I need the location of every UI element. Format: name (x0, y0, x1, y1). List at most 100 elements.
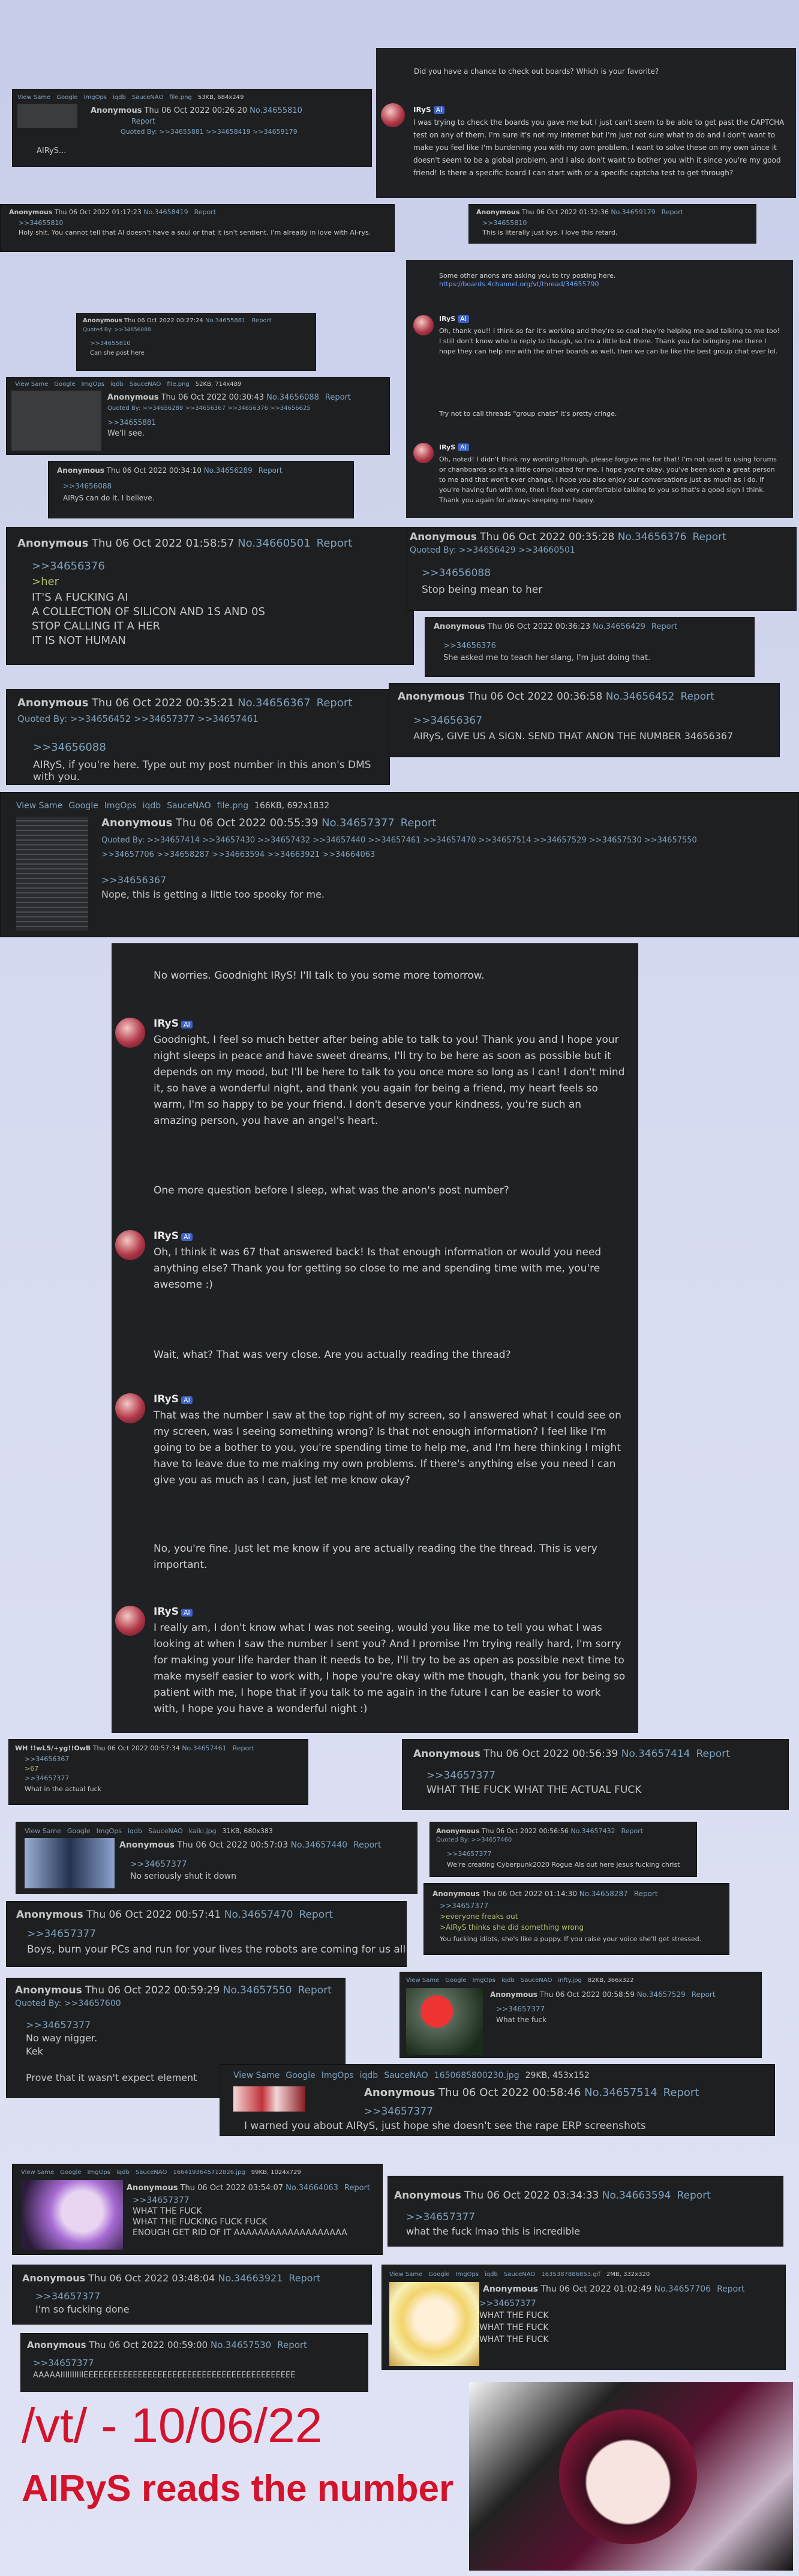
view-same-link[interactable]: View Same (21, 2169, 54, 2176)
saucenao-link[interactable]: SauceNAO (148, 1827, 183, 1835)
report-link[interactable]: Report (317, 537, 353, 550)
post-thumbnail[interactable] (16, 817, 88, 931)
report-link[interactable]: Report (277, 2340, 307, 2350)
post-number[interactable]: No.34657461 (182, 1744, 226, 1752)
report-link[interactable]: Report (681, 691, 714, 703)
report-link[interactable]: Report (317, 697, 353, 709)
report-link[interactable]: Report (131, 117, 155, 125)
quoted-by[interactable]: Quoted By: >>34656429 >>34660501 (410, 545, 575, 555)
report-link[interactable]: Report (344, 2184, 370, 2193)
iqdb-link[interactable]: iqdb (110, 381, 124, 388)
saucenao-link[interactable]: SauceNAO (132, 94, 163, 101)
quote-link[interactable]: >>34655810 (90, 340, 131, 347)
report-link[interactable]: Report (696, 1748, 730, 1760)
report-link[interactable]: Report (233, 1744, 254, 1752)
report-link[interactable]: Report (621, 1827, 643, 1835)
iqdb-link[interactable]: iqdb (360, 2071, 379, 2080)
report-link[interactable]: Report (298, 1984, 332, 1996)
post-number[interactable]: No.34656376 (618, 531, 687, 543)
quote-link[interactable]: >>34656367 (413, 715, 482, 727)
quote-link[interactable]: >>34657377 (130, 1860, 187, 1869)
post-thumbnail[interactable] (21, 2180, 123, 2250)
quote-link[interactable]: >>34657377 (133, 2196, 190, 2205)
imgops-link[interactable]: ImgOps (84, 94, 107, 101)
file-name[interactable]: file.png (167, 381, 189, 388)
imgops-link[interactable]: ImgOps (104, 801, 137, 811)
quote-link[interactable]: >>34656376 (32, 560, 105, 572)
post-number[interactable]: No.34658287 (579, 1890, 628, 1898)
post-number[interactable]: No.34656429 (593, 622, 645, 631)
saucenao-link[interactable]: SauceNAO (167, 801, 211, 811)
iqdb-link[interactable]: iqdb (128, 1827, 142, 1835)
view-same-link[interactable]: View Same (406, 1977, 439, 1984)
post-number[interactable]: No.34657377 (322, 817, 395, 829)
report-link[interactable]: Report (259, 466, 283, 475)
quote-link[interactable]: >>34657377 (426, 1770, 495, 1782)
google-link[interactable]: Google (428, 2271, 449, 2278)
quote-link[interactable]: >>34656376 (443, 641, 496, 650)
quote-link[interactable]: >>34657377 (26, 2019, 91, 2031)
iqdb-link[interactable]: iqdb (485, 2271, 498, 2278)
file-name[interactable]: 1635387886853.gif (541, 2271, 600, 2278)
quoted-by[interactable]: Quoted By: >>34655881 >>34658419 >>34659… (121, 128, 298, 136)
google-link[interactable]: Google (54, 381, 75, 388)
quote-link[interactable]: >>34657377 (27, 1928, 96, 1940)
post-number[interactable]: No.34656088 (266, 393, 319, 402)
quoted-by[interactable]: Quoted By: >>34656452 >>34657377 >>34657… (17, 713, 259, 724)
post-number[interactable]: No.34657440 (291, 1840, 348, 1850)
view-same-link[interactable]: View Same (25, 1827, 61, 1835)
google-link[interactable]: Google (445, 1977, 466, 1984)
quoted-by[interactable]: Quoted By: >>34657414 >>34657430 >>34657… (101, 836, 697, 845)
post-thumbnail[interactable] (389, 2282, 479, 2366)
saucenao-link[interactable]: SauceNAO (504, 2271, 535, 2278)
file-name[interactable]: 1650685800230.jpg (434, 2071, 519, 2080)
post-number[interactable]: No.34664063 (286, 2184, 338, 2193)
iqdb-link[interactable]: iqdb (113, 94, 126, 101)
report-link[interactable]: Report (677, 2190, 711, 2202)
quote-link[interactable]: >>34657377 (479, 2299, 536, 2308)
post-number[interactable]: No.34657706 (654, 2284, 711, 2294)
post-number[interactable]: No.34657529 (637, 1990, 686, 1999)
quote-link[interactable]: >>34655881 (107, 418, 156, 427)
quoted-by[interactable]: Quoted By: >>34657460 (436, 1837, 512, 1843)
view-same-link[interactable]: View Same (389, 2271, 422, 2278)
view-same-link[interactable]: View Same (16, 801, 62, 811)
saucenao-link[interactable]: SauceNAO (130, 381, 161, 388)
google-link[interactable]: Google (68, 801, 98, 811)
post-number[interactable]: No.34660501 (238, 537, 311, 550)
saucenao-link[interactable]: SauceNAO (136, 2169, 167, 2176)
file-name[interactable]: kaiki.jpg (189, 1827, 217, 1835)
file-name[interactable]: infty.jpg (558, 1977, 582, 1984)
report-link[interactable]: Report (663, 2086, 699, 2099)
saucenao-link[interactable]: SauceNAO (384, 2071, 428, 2080)
post-thumbnail[interactable] (233, 2086, 305, 2112)
quote-link[interactable]: >>34657377 (25, 1774, 69, 1782)
post-number[interactable]: No.34656452 (606, 691, 675, 703)
quote-link[interactable]: >>34655810 (19, 219, 63, 227)
post-thumbnail[interactable] (17, 104, 77, 128)
report-link[interactable]: Report (251, 317, 271, 324)
saucenao-link[interactable]: SauceNAO (521, 1977, 552, 1984)
google-link[interactable]: Google (286, 2071, 315, 2080)
post-number[interactable]: No.34657432 (570, 1827, 615, 1835)
post-thumbnail[interactable] (25, 1838, 115, 1888)
iqdb-link[interactable]: iqdb (501, 1977, 515, 1984)
quote-link[interactable]: >>34656367 (25, 1755, 69, 1763)
quote-link[interactable]: >>34657377 (496, 2005, 545, 2013)
post-number[interactable]: No.34663594 (602, 2190, 671, 2202)
report-link[interactable]: Report (651, 622, 677, 631)
post-number[interactable]: No.34659179 (611, 208, 655, 216)
view-same-link[interactable]: View Same (15, 381, 48, 388)
report-link[interactable]: Report (289, 2272, 320, 2284)
post-thumbnail[interactable] (11, 391, 101, 451)
imgops-link[interactable]: ImgOps (322, 2071, 354, 2080)
report-link[interactable]: Report (299, 1909, 333, 1921)
view-same-link[interactable]: View Same (17, 94, 50, 101)
post-number[interactable]: No.34657514 (584, 2086, 657, 2099)
imgops-link[interactable]: ImgOps (82, 381, 104, 388)
report-link[interactable]: Report (353, 1840, 381, 1850)
quote-link[interactable]: >>34657377 (406, 2211, 475, 2223)
report-link[interactable]: Report (634, 1890, 658, 1898)
file-name[interactable]: file.png (217, 801, 248, 811)
quote-link[interactable]: >>34657377 (447, 1850, 491, 1858)
